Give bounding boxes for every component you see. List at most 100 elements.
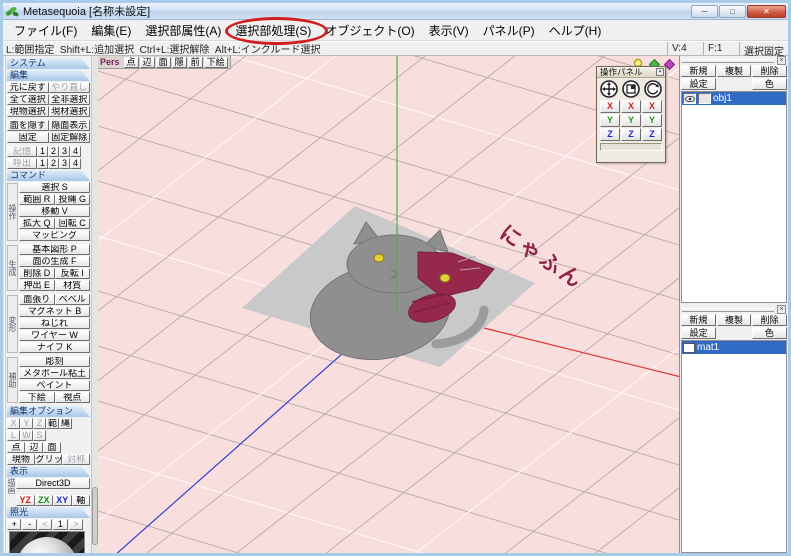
cmd-invert[interactable]: 反転 I [55, 268, 91, 279]
cmd-primitive[interactable]: 基本図形 P [19, 244, 90, 255]
material-delete-button[interactable]: 削除 [752, 314, 787, 326]
memory-slot-3[interactable]: 3 [59, 146, 70, 157]
toggle-front[interactable]: 前 [188, 57, 203, 68]
cmd-magnet[interactable]: マグネット B [19, 306, 90, 317]
object-new-button[interactable]: 新規 [681, 65, 716, 77]
sidebar-scrollbar[interactable] [91, 56, 98, 553]
opt-l[interactable]: L [7, 430, 20, 441]
view-mode-label[interactable]: Pers [100, 57, 120, 67]
fix-button[interactable]: 固定 [7, 132, 49, 143]
cmd-make-face[interactable]: 面の生成 F [19, 256, 90, 267]
object-list-item-selected[interactable]: obj1 [682, 92, 786, 105]
op-rotate-x-button[interactable]: X [642, 100, 662, 113]
cmd-range[interactable]: 範囲 R [19, 194, 55, 205]
memory-slot-2[interactable]: 2 [48, 146, 59, 157]
deselect-all-button[interactable]: 全非選択 [49, 94, 91, 105]
menu-edit[interactable]: 編集(E) [84, 20, 138, 41]
cmd-lasso[interactable]: 投縄 G [55, 194, 91, 205]
op-scale-z-button[interactable]: Z [621, 128, 641, 141]
operation-panel-close-icon[interactable]: ▪ [656, 68, 664, 76]
op-rotate-z-button[interactable]: Z [642, 128, 662, 141]
opt-grid-snap[interactable]: グリッド [35, 454, 63, 465]
cmd-extrude[interactable]: 押出 E [19, 280, 55, 291]
recall-button[interactable]: 呼出 [7, 158, 37, 169]
section-system[interactable]: システム [7, 58, 90, 69]
light-remove-button[interactable]: - [22, 519, 36, 530]
recall-slot-4[interactable]: 4 [70, 158, 81, 169]
opt-w[interactable]: W [20, 430, 33, 441]
light-preview[interactable] [9, 531, 85, 553]
perspective-viewport[interactable]: にゃふん Pers 点 辺 面 隠 前 下絵 [98, 56, 679, 553]
material-color-button[interactable]: 色 [752, 327, 787, 339]
opt-face[interactable]: 面 [43, 442, 61, 453]
cmd-select[interactable]: 選択 S [19, 182, 90, 193]
object-duplicate-button[interactable]: 複製 [717, 65, 752, 77]
opt-x[interactable]: X [7, 418, 20, 429]
op-rotate-y-button[interactable]: Y [642, 114, 662, 127]
material-list-item-selected[interactable]: mat1 [682, 341, 786, 354]
recall-slot-1[interactable]: 1 [37, 158, 48, 169]
cmd-delete[interactable]: 削除 D [19, 268, 55, 279]
opt-current-object[interactable]: 現物 [7, 454, 35, 465]
object-panel-close-icon[interactable]: × [777, 56, 786, 65]
select-current-object-button[interactable]: 現物選択 [7, 106, 49, 117]
material-duplicate-button[interactable]: 複製 [717, 314, 752, 326]
opt-point[interactable]: 点 [7, 442, 25, 453]
light-index[interactable]: 1 [53, 519, 67, 530]
plane-yz-button[interactable]: YZ [16, 495, 35, 506]
select-all-button[interactable]: 全て選択 [7, 94, 49, 105]
recall-slot-3[interactable]: 3 [59, 158, 70, 169]
material-list[interactable]: mat1 [681, 340, 787, 553]
selection-lock-label[interactable]: 選択固定 [739, 42, 788, 55]
section-display[interactable]: 表示 [7, 466, 90, 477]
command-group-tab-misc[interactable]: 補助 [7, 357, 18, 403]
cmd-move[interactable]: 移動 V [19, 206, 90, 217]
op-move-y-button[interactable]: Y [600, 114, 620, 127]
scale-tool-icon[interactable] [622, 80, 640, 98]
cmd-rotate[interactable]: 回転 C [55, 218, 91, 229]
cmd-underlay[interactable]: 下絵 [19, 392, 55, 403]
menu-selection-attr[interactable]: 選択部属性(A) [138, 20, 228, 41]
light-add-button[interactable]: + [7, 519, 21, 530]
menu-object[interactable]: オブジェクト(O) [318, 20, 421, 41]
object-list[interactable]: obj1 [681, 91, 787, 303]
cmd-sculpt[interactable]: 彫刻 [19, 356, 90, 367]
memory-slot-4[interactable]: 4 [70, 146, 81, 157]
section-light[interactable]: 照光 [7, 507, 90, 518]
memory-slot-1[interactable]: 1 [37, 146, 48, 157]
toggle-underlay[interactable]: 下絵 [204, 57, 228, 68]
opt-z[interactable]: Z [33, 418, 46, 429]
show-hidden-button[interactable]: 隠面表示 [49, 120, 91, 131]
cmd-bevel[interactable]: ベベル [55, 294, 91, 305]
memory-button[interactable]: 記憶 [7, 146, 37, 157]
cmd-paint[interactable]: ペイント [19, 380, 90, 391]
opt-y[interactable]: Y [20, 418, 33, 429]
cmd-twist[interactable]: ねじれ [19, 318, 90, 329]
command-group-tab-create[interactable]: 生成 [7, 245, 18, 291]
section-edit[interactable]: 編集 [7, 70, 90, 81]
toggle-points[interactable]: 点 [124, 57, 139, 68]
unfix-button[interactable]: 固定解除 [49, 132, 91, 143]
plane-xy-button[interactable]: XY [53, 495, 72, 506]
plane-zx-button[interactable]: ZX [35, 495, 54, 506]
toggle-hidden[interactable]: 隠 [172, 57, 187, 68]
cmd-wire[interactable]: ワイヤー W [19, 330, 90, 341]
object-color-button[interactable]: 色 [752, 78, 787, 90]
light-prev-button[interactable]: < [38, 519, 52, 530]
select-current-material-button[interactable]: 現材選択 [49, 106, 91, 117]
minimize-button[interactable]: ─ [691, 5, 718, 18]
opt-range[interactable]: 範 [46, 418, 59, 429]
cmd-viewpoint[interactable]: 視点 [55, 392, 91, 403]
redo-button[interactable]: やり直し [49, 82, 91, 93]
light-next-button[interactable]: > [69, 519, 83, 530]
section-edit-options[interactable]: 編集オプション [7, 406, 90, 417]
object-settings-button[interactable]: 設定 [681, 78, 716, 90]
menu-file[interactable]: ファイル(F) [7, 20, 84, 41]
opt-edge[interactable]: 辺 [25, 442, 43, 453]
object-lock-box[interactable] [698, 93, 711, 104]
material-panel-grip[interactable]: × [680, 305, 788, 314]
cmd-metaball[interactable]: メタボール粘土 [19, 368, 90, 379]
object-delete-button[interactable]: 削除 [752, 65, 787, 77]
opt-lasso[interactable]: 縄 [59, 418, 72, 429]
opt-s[interactable]: S [33, 430, 46, 441]
